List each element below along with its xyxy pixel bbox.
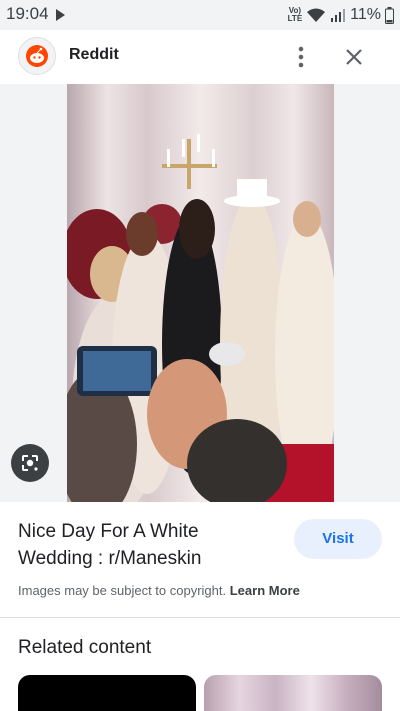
status-bar: 19:04 Vo) LTE 11%: [0, 0, 400, 30]
wifi-icon: [307, 8, 326, 22]
close-icon: [346, 49, 362, 65]
wedding-photo[interactable]: [67, 84, 334, 502]
status-icons: Vo) LTE 11%: [288, 4, 394, 26]
media-playing-icon: [56, 9, 65, 21]
volte-icon: Vo) LTE: [287, 6, 303, 23]
close-button[interactable]: [339, 42, 369, 72]
reddit-logo-icon[interactable]: [18, 37, 56, 75]
section-divider: [0, 617, 400, 618]
google-lens-icon: [22, 455, 38, 471]
copyright-notice: Images may be subject to copyright. Lear…: [18, 583, 300, 598]
signal-icon: [331, 9, 346, 22]
google-lens-button[interactable]: [11, 444, 49, 482]
status-time: 19:04: [6, 4, 49, 23]
related-thumbnail[interactable]: [204, 675, 382, 711]
related-thumbnail[interactable]: [18, 675, 196, 711]
battery-percent: 11%: [350, 6, 381, 23]
result-title[interactable]: Nice Day For A White Wedding : r/Maneski…: [18, 518, 278, 572]
image-preview-area: [0, 84, 400, 502]
source-header: Reddit: [0, 30, 400, 84]
visit-button[interactable]: Visit: [294, 519, 382, 559]
battery-icon: [385, 6, 394, 24]
source-name[interactable]: Reddit: [69, 46, 119, 64]
learn-more-link[interactable]: Learn More: [230, 583, 300, 598]
more-options-button[interactable]: [286, 42, 316, 72]
copyright-text: Images may be subject to copyright.: [18, 583, 227, 598]
more-vert-icon: [298, 46, 304, 68]
related-content-heading: Related content: [18, 637, 152, 658]
